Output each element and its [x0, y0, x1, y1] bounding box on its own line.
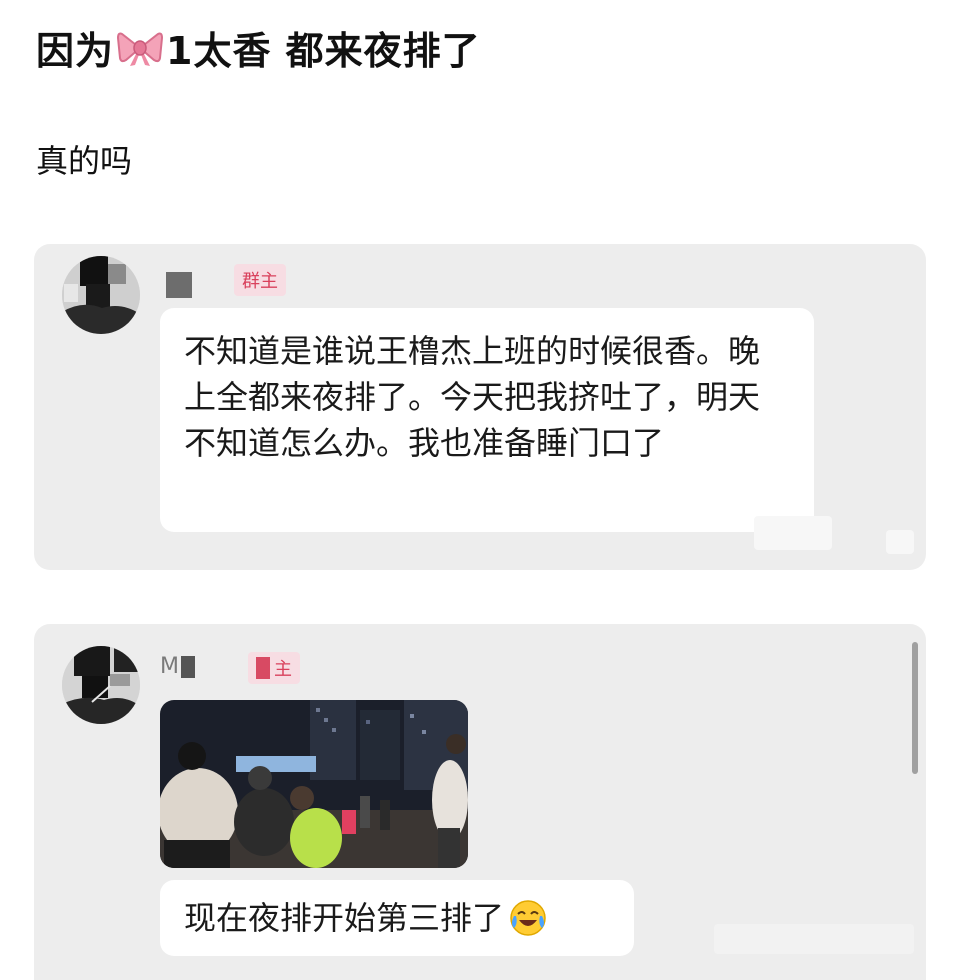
redacted-block: [754, 516, 832, 550]
post-title: 因为 1太香 都来夜排了: [36, 20, 481, 75]
night-queue-photo-icon: [160, 700, 468, 868]
message-bubble-2: 现在夜排开始第三排了: [160, 880, 634, 956]
sender-avatar-2: [62, 646, 140, 724]
message-photo[interactable]: [160, 700, 468, 868]
chat-scrollbar[interactable]: [912, 642, 918, 774]
chat-screenshot-card-1: 群主 不知道是谁说王橹杰上班的时候很香。晚上全都来夜排了。今天把我挤吐了，明天不…: [34, 244, 926, 570]
sender-name-2: M: [160, 654, 195, 679]
sender-avatar-1: [62, 256, 140, 334]
title-text-after: 1太香 都来夜排了: [166, 29, 481, 73]
group-owner-badge: 群主: [234, 264, 286, 296]
title-text-before: 因为: [36, 29, 115, 73]
sender-initial: M: [160, 654, 179, 679]
laughing-crying-emoji-icon: [510, 900, 546, 936]
post-body: 真的吗: [36, 142, 133, 180]
badge-redacted: [256, 657, 270, 679]
pink-bow-icon: [117, 32, 164, 66]
redacted-block: [714, 924, 914, 954]
badge-text: 主: [274, 659, 292, 680]
sender-name-redacted: [180, 655, 195, 678]
chat-screenshot-card-2: M 主 现在夜排开始第三排了: [34, 624, 926, 980]
group-owner-badge: 主: [248, 652, 300, 684]
message-bubble-1: 不知道是谁说王橹杰上班的时候很香。晚上全都来夜排了。今天把我挤吐了，明天不知道怎…: [160, 308, 814, 532]
redacted-block: [886, 530, 914, 554]
sender-name-redacted: [166, 272, 192, 298]
message-2-text: 现在夜排开始第三排了: [184, 899, 505, 937]
